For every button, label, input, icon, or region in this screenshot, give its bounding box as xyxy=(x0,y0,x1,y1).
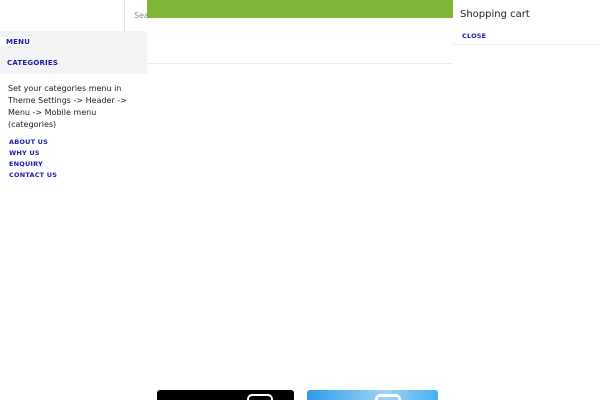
close-cart-button[interactable]: CLOSE xyxy=(462,32,486,40)
categories-hint: Set your categories menu in Theme Settin… xyxy=(8,84,127,129)
search-area: Sea xyxy=(0,0,147,31)
mobile-menu-panel: Sea MENU CATEGORIES Set your categories … xyxy=(0,0,147,400)
cart-title: Shopping cart xyxy=(460,9,530,20)
tab-menu[interactable]: MENU xyxy=(0,37,32,46)
shopping-cart-drawer: Shopping cart CLOSE xyxy=(453,0,600,400)
banner-logo xyxy=(247,394,273,400)
top-bar xyxy=(147,0,453,18)
search-input[interactable]: Sea xyxy=(124,0,147,31)
promo-banner-blue[interactable] xyxy=(307,390,438,400)
tab-categories[interactable]: CATEGORIES xyxy=(7,59,58,67)
nav-link-about-us[interactable]: ABOUT US xyxy=(9,137,57,148)
nav-link-enquiry[interactable]: ENQUIRY xyxy=(9,159,57,170)
cart-divider xyxy=(453,44,600,45)
mobile-nav-links: ABOUT US WHY US ENQUIRY CONTACT US xyxy=(9,137,57,181)
promo-banner-dark[interactable] xyxy=(157,390,294,400)
header-divider xyxy=(147,63,453,64)
banner-logo xyxy=(375,394,401,400)
nav-link-why-us[interactable]: WHY US xyxy=(9,148,57,159)
nav-link-contact-us[interactable]: CONTACT US xyxy=(9,170,57,181)
menu-tabs: MENU CATEGORIES xyxy=(0,31,147,74)
